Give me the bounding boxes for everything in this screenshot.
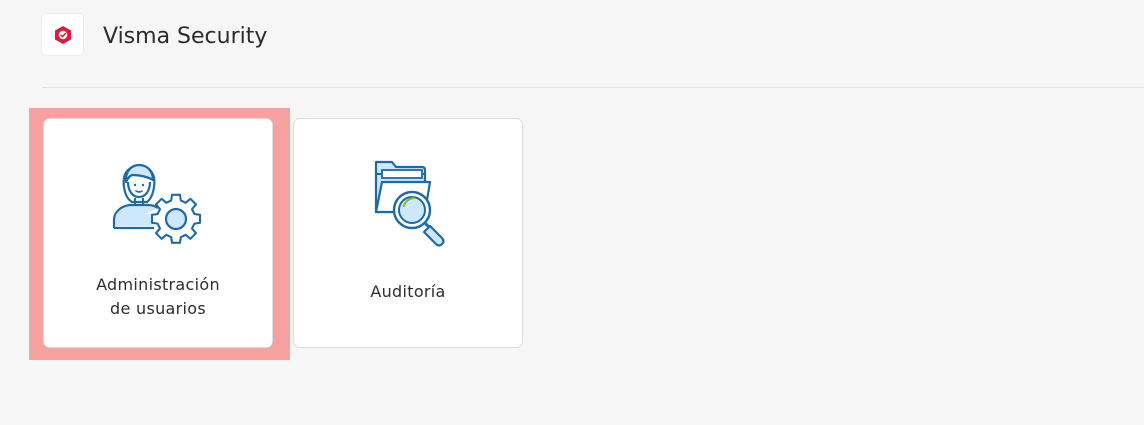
app-logo[interactable] (42, 14, 83, 55)
card-label-line1: Administración (96, 275, 220, 294)
card-label-line1: Auditoría (370, 282, 446, 301)
folder-search-icon (374, 160, 445, 247)
card-label-line2: de usuarios (110, 299, 206, 318)
user-gear-icon (112, 163, 202, 244)
card-audit[interactable]: Auditoría (293, 118, 523, 348)
shield-check-icon (54, 25, 71, 44)
app-header: Visma Security (42, 14, 1144, 88)
card-label: Administración de usuarios (44, 273, 272, 321)
card-label: Auditoría (294, 280, 522, 304)
card-user-administration[interactable]: Administración de usuarios (43, 118, 273, 348)
app-title: Visma Security (103, 24, 268, 49)
